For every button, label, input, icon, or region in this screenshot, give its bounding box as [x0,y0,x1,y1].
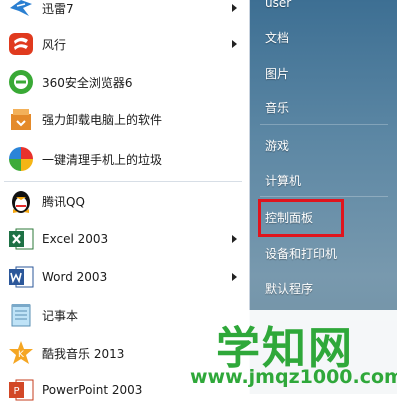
music-link[interactable]: 音乐 [265,99,289,116]
word-icon [5,261,37,293]
devices-printers-link[interactable]: 设备和打印机 [265,245,337,262]
uninstall-box-icon [5,103,37,135]
program-item-thunder[interactable]: 迅雷7 [0,0,250,26]
default-programs-link[interactable]: 默认程序 [265,280,313,297]
program-item-word[interactable]: Word 2003 [0,259,250,295]
program-item-qq[interactable]: 腾讯QQ [0,183,250,219]
360-browser-icon [5,66,37,98]
submenu-arrow-icon [232,4,237,12]
highlight-box [258,199,344,237]
games-link[interactable]: 游戏 [265,137,289,154]
program-label: 风行 [42,37,67,52]
notepad-icon [5,299,37,331]
svg-text:P: P [13,386,19,397]
excel-icon [5,223,37,255]
powerpoint-icon: P [5,374,37,406]
program-label: Word 2003 [42,270,108,284]
program-item-funshion[interactable]: 风行 [0,26,250,62]
submenu-arrow-icon [232,235,237,243]
thunder-bird-icon [5,0,37,24]
user-folder-link[interactable]: user [265,0,291,10]
program-label: 迅雷7 [42,1,74,16]
phone-cleaner-icon [5,143,37,175]
watermark-url: www.jmqz1000.com [190,366,397,388]
program-label: 酷我音乐 2013 [42,346,125,361]
program-label: 记事本 [42,308,79,323]
program-item-uninstaller[interactable]: 强力卸载电脑上的软件 [0,101,250,137]
funshion-icon [5,28,37,60]
program-item-excel[interactable]: Excel 2003 [0,221,250,257]
right-menu-divider [260,124,388,125]
submenu-arrow-icon [232,40,237,48]
program-label: 360安全浏览器6 [42,75,133,90]
computer-link[interactable]: 计算机 [265,172,301,189]
kuwo-music-icon: K [5,337,37,369]
documents-link[interactable]: 文档 [265,29,289,46]
program-item-phone-cleaner[interactable]: 一键清理手机上的垃圾 [0,141,250,177]
submenu-arrow-icon [232,273,237,281]
program-label: 腾讯QQ [42,194,85,209]
qq-penguin-icon [5,185,37,217]
program-label: 一键清理手机上的垃圾 [42,152,163,167]
program-label: 强力卸载电脑上的软件 [42,112,163,127]
program-item-360-browser[interactable]: 360安全浏览器6 [0,64,250,100]
right-menu-divider [260,196,388,197]
pictures-link[interactable]: 图片 [265,65,289,82]
menu-divider [4,181,242,182]
program-label: Excel 2003 [42,232,109,246]
program-label: PowerPoint 2003 [42,383,143,397]
